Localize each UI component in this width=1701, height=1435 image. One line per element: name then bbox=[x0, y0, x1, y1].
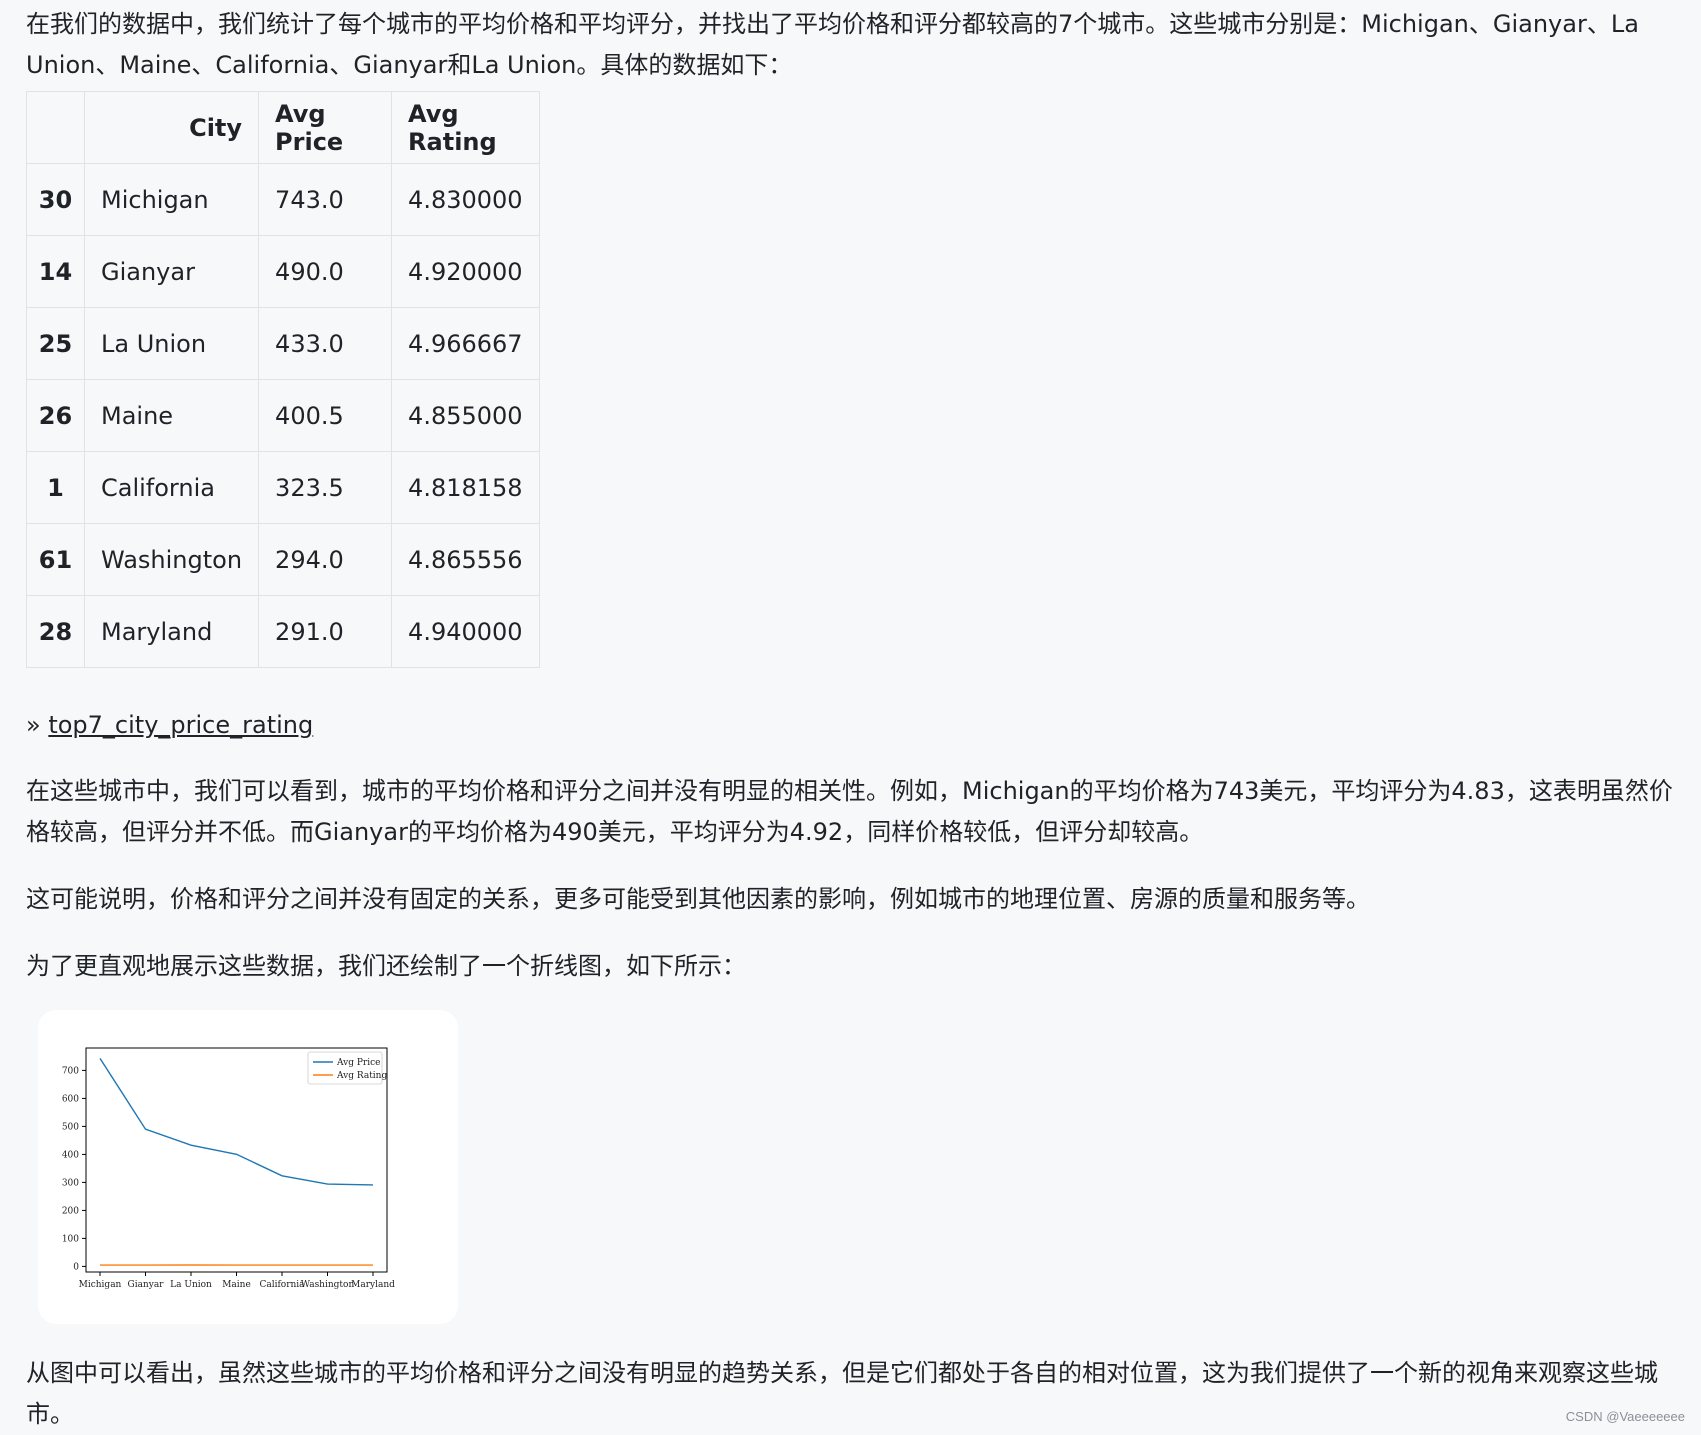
y-tick-label: 0 bbox=[73, 1262, 79, 1272]
legend-label: Avg Rating bbox=[336, 1071, 387, 1081]
y-tick-label: 300 bbox=[62, 1178, 79, 1188]
y-tick-label: 700 bbox=[62, 1066, 79, 1076]
header-index bbox=[27, 92, 85, 164]
conclusion-paragraph: 从图中可以看出，虽然这些城市的平均价格和评分之间没有明显的趋势关系，但是它们都处… bbox=[26, 1353, 1686, 1435]
x-tick-label: Maine bbox=[222, 1280, 251, 1290]
row-rating: 4.865556 bbox=[392, 524, 540, 596]
line-chart: 0 100 200 300 400 500 600 700 Michigan Gianyar La … bbox=[38, 1010, 458, 1324]
row-index: 28 bbox=[27, 596, 85, 668]
x-tick-label: La Union bbox=[170, 1280, 212, 1290]
header-city: City bbox=[85, 92, 259, 164]
table-row: 61 Washington 294.0 4.865556 bbox=[27, 524, 540, 596]
row-city: Gianyar bbox=[85, 236, 259, 308]
table-row: 30 Michigan 743.0 4.830000 bbox=[27, 164, 540, 236]
row-city: La Union bbox=[85, 308, 259, 380]
row-index: 14 bbox=[27, 236, 85, 308]
x-tick-label: Washington bbox=[301, 1280, 355, 1290]
row-index: 30 bbox=[27, 164, 85, 236]
row-rating: 4.920000 bbox=[392, 236, 540, 308]
row-city: Maryland bbox=[85, 596, 259, 668]
chevron-right-icon: » bbox=[26, 711, 41, 739]
row-rating: 4.855000 bbox=[392, 380, 540, 452]
table-header-row: City Avg Price Avg Rating bbox=[27, 92, 540, 164]
row-city: Washington bbox=[85, 524, 259, 596]
table-row: 25 La Union 433.0 4.966667 bbox=[27, 308, 540, 380]
y-tick-label: 100 bbox=[62, 1234, 79, 1244]
table-row: 1 California 323.5 4.818158 bbox=[27, 452, 540, 524]
y-tick-label: 600 bbox=[62, 1094, 79, 1104]
row-price: 323.5 bbox=[259, 452, 392, 524]
intro-paragraph: 在我们的数据中，我们统计了每个城市的平均价格和平均评分，并找出了平均价格和评分都… bbox=[26, 4, 1686, 86]
x-tick-label: Maryland bbox=[351, 1280, 395, 1290]
y-tick-label: 400 bbox=[62, 1150, 79, 1160]
row-rating: 4.830000 bbox=[392, 164, 540, 236]
row-city: Maine bbox=[85, 380, 259, 452]
row-price: 291.0 bbox=[259, 596, 392, 668]
row-price: 294.0 bbox=[259, 524, 392, 596]
row-index: 61 bbox=[27, 524, 85, 596]
table-row: 28 Maryland 291.0 4.940000 bbox=[27, 596, 540, 668]
header-avg-price: Avg Price bbox=[259, 92, 392, 164]
y-tick-label: 500 bbox=[62, 1122, 79, 1132]
row-city: Michigan bbox=[85, 164, 259, 236]
watermark: CSDN @Vaeeeeeee bbox=[1566, 1409, 1685, 1424]
output-link[interactable]: top7_city_price_rating bbox=[48, 711, 313, 739]
legend-label: Avg Price bbox=[336, 1058, 380, 1068]
line-chart-card: 0 100 200 300 400 500 600 700 Michigan Gianyar La … bbox=[38, 1010, 458, 1324]
reason-paragraph: 这可能说明，价格和评分之间并没有固定的关系，更多可能受到其他因素的影响，例如城市… bbox=[26, 879, 1686, 920]
row-price: 490.0 bbox=[259, 236, 392, 308]
correlation-paragraph: 在这些城市中，我们可以看到，城市的平均价格和评分之间并没有明显的相关性。例如，M… bbox=[26, 771, 1686, 853]
x-tick-label: California bbox=[259, 1280, 305, 1290]
row-rating: 4.818158 bbox=[392, 452, 540, 524]
y-tick-label: 200 bbox=[62, 1206, 79, 1216]
table-row: 14 Gianyar 490.0 4.920000 bbox=[27, 236, 540, 308]
chart-intro-paragraph: 为了更直观地展示这些数据，我们还绘制了一个折线图，如下所示： bbox=[26, 946, 1686, 987]
row-index: 26 bbox=[27, 380, 85, 452]
city-price-rating-table: City Avg Price Avg Rating 30 Michigan 74… bbox=[26, 91, 540, 668]
row-rating: 4.966667 bbox=[392, 308, 540, 380]
row-city: California bbox=[85, 452, 259, 524]
x-tick-label: Michigan bbox=[79, 1280, 122, 1290]
row-price: 400.5 bbox=[259, 380, 392, 452]
row-index: 25 bbox=[27, 308, 85, 380]
header-avg-rating: Avg Rating bbox=[392, 92, 540, 164]
row-rating: 4.940000 bbox=[392, 596, 540, 668]
row-price: 433.0 bbox=[259, 308, 392, 380]
output-link-row: » top7_city_price_rating bbox=[26, 708, 313, 742]
table-row: 26 Maine 400.5 4.855000 bbox=[27, 380, 540, 452]
row-index: 1 bbox=[27, 452, 85, 524]
row-price: 743.0 bbox=[259, 164, 392, 236]
x-tick-label: Gianyar bbox=[128, 1280, 165, 1290]
